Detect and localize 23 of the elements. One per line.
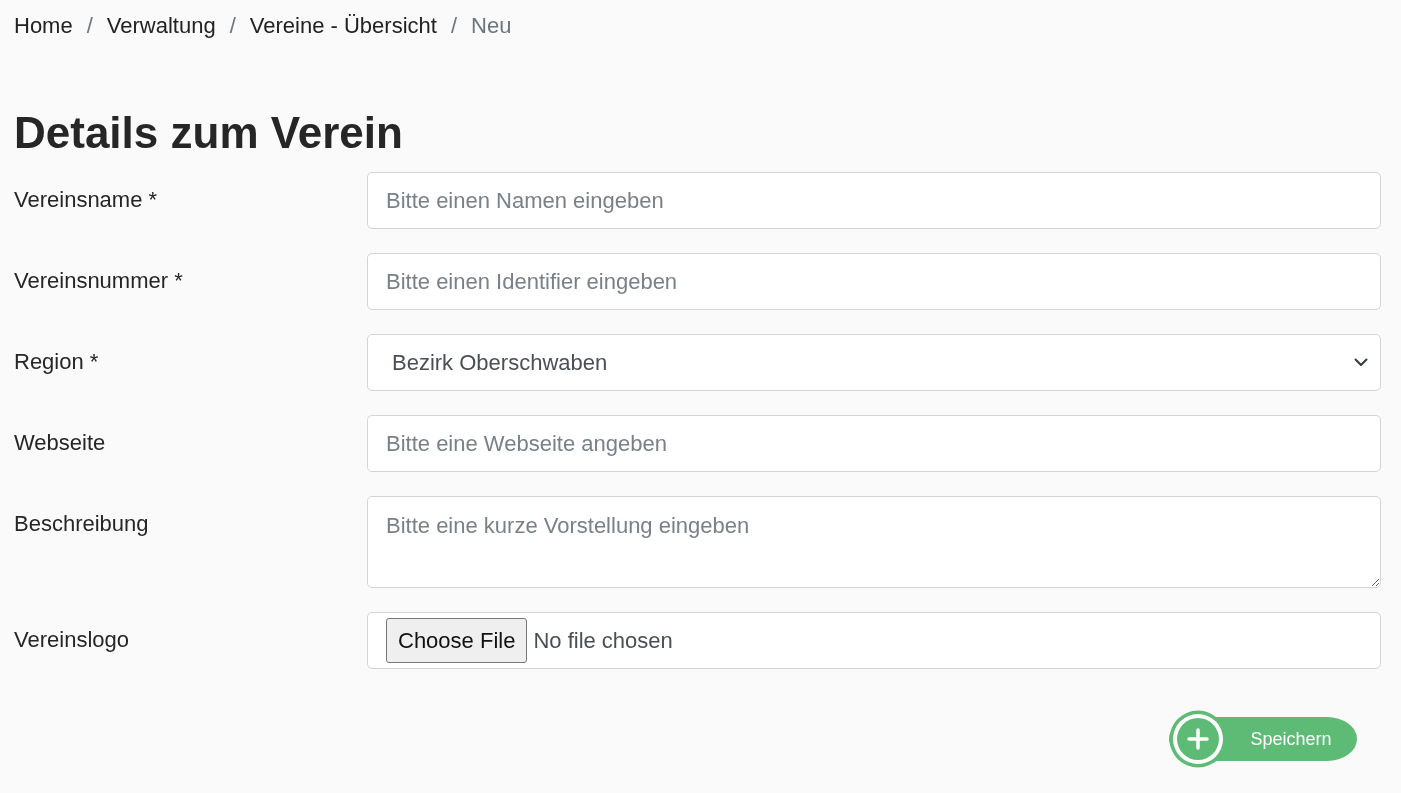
field-label: Vereinslogo (14, 626, 130, 654)
choose-file-button[interactable]: Choose File (386, 618, 528, 663)
field-label: Region * (14, 348, 100, 376)
breadcrumb-link[interactable]: Home (14, 8, 73, 42)
field-label: Vereinsname * (14, 186, 159, 214)
file-input-field[interactable]: Choose File No file chosen (367, 612, 1381, 669)
field-label: Webseite (14, 429, 107, 457)
file-status-text: No file chosen (533, 627, 673, 655)
breadcrumb-link[interactable]: Verwaltung (106, 8, 216, 42)
breadcrumb-current: Neu (471, 11, 512, 40)
page-heading: Details zum Verein (14, 108, 404, 158)
field-label: Vereinsnummer * (14, 267, 184, 295)
chevron-down-icon (1354, 358, 1368, 367)
field-label: Beschreibung (14, 510, 150, 538)
text-input-field[interactable]: Bitte einen Identifier eingeben (367, 253, 1381, 310)
text-input-field[interactable]: Bitte einen Namen eingeben (367, 172, 1381, 229)
breadcrumb-separator: / (85, 11, 94, 40)
text-input-field[interactable]: Bitte eine Webseite angeben (367, 415, 1381, 472)
region-select[interactable]: Bezirk Oberschwaben (367, 334, 1381, 391)
textarea-field[interactable]: Bitte eine kurze Vorstellung eingeben (367, 496, 1381, 588)
breadcrumb-separator: / (449, 11, 458, 40)
breadcrumb-link[interactable]: Vereine - Übersicht (249, 8, 437, 42)
breadcrumb-separator: / (228, 11, 237, 40)
